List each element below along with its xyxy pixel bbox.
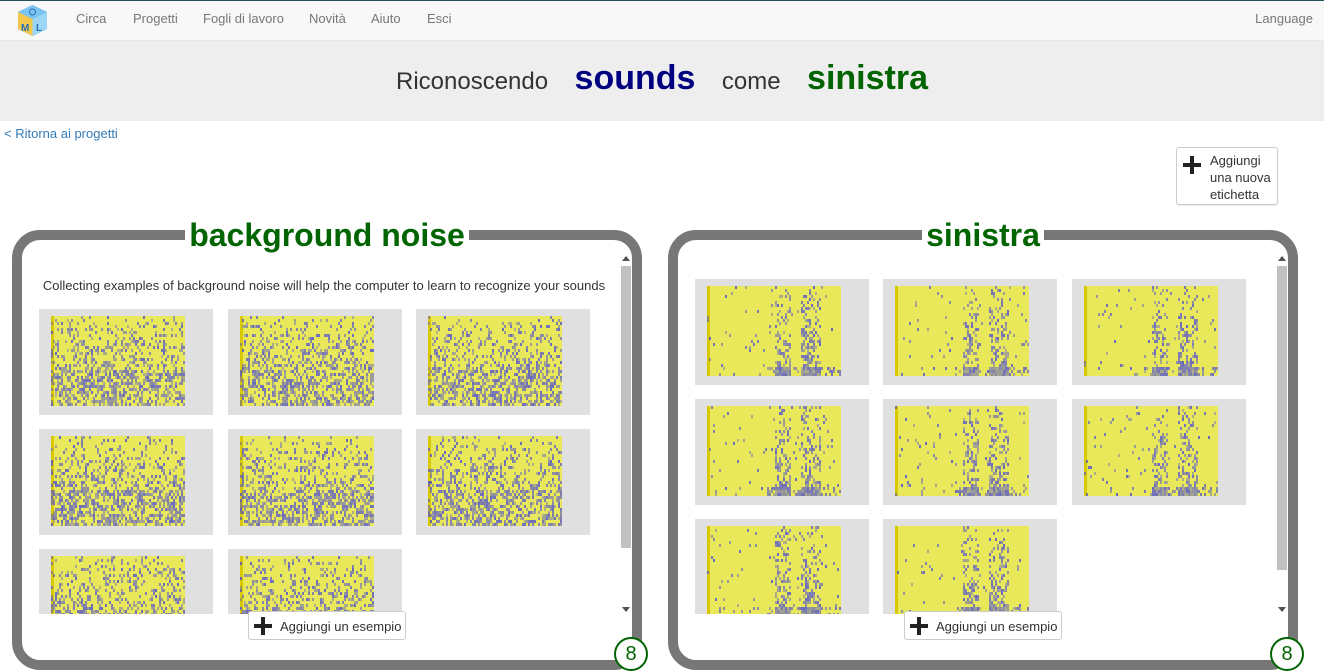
example-thumbnail[interactable] [416, 429, 590, 535]
plus-icon [909, 616, 929, 636]
spectrogram-icon [1084, 286, 1218, 376]
scrollbar-thumb[interactable] [621, 266, 631, 548]
page-title: Riconoscendo sounds come sinistra [0, 59, 1324, 98]
example-thumbnail[interactable] [228, 309, 402, 415]
back-to-projects-link[interactable]: < Ritorna ai progetti [4, 126, 118, 141]
nav-circa[interactable]: Circa [76, 11, 106, 26]
nav-language[interactable]: Language [1255, 11, 1313, 26]
label-title: background noise [185, 217, 469, 253]
example-count-badge: 8 [614, 637, 648, 671]
example-thumbnail[interactable] [883, 399, 1057, 505]
spectrogram-icon [895, 286, 1029, 376]
title-label: sinistra [807, 59, 928, 98]
spectrogram-icon [240, 316, 374, 406]
spectrogram-icon [895, 406, 1029, 496]
examples-list[interactable]: Collecting examples of background noise … [30, 256, 618, 614]
spectrogram-icon [707, 406, 841, 496]
example-count-badge: 8 [1270, 637, 1304, 671]
title-prefix: Riconoscendo [396, 68, 548, 96]
spectrogram-icon [51, 436, 185, 526]
svg-text:L: L [36, 23, 42, 34]
svg-text:M: M [21, 23, 29, 34]
background-noise-hint: Collecting examples of background noise … [30, 278, 618, 293]
add-example-button[interactable]: Aggiungi un esempio [904, 611, 1062, 640]
example-thumbnail[interactable] [416, 309, 590, 415]
scroll-up-arrow-icon[interactable] [622, 256, 630, 261]
nav-progetti[interactable]: Progetti [133, 11, 178, 26]
example-thumbnail[interactable] [883, 279, 1057, 385]
nav-aiuto[interactable]: Aiuto [371, 11, 401, 26]
title-project-type: sounds [575, 59, 696, 98]
nav-fogli-di-lavoro[interactable]: Fogli di lavoro [203, 11, 284, 26]
plus-icon [253, 616, 273, 636]
label-panel-background-noise: background noise Collecting examples of … [12, 230, 642, 670]
add-new-label-text: Aggiungi una nuova etichetta [1210, 152, 1276, 203]
spectrogram-icon [707, 286, 841, 376]
scroll-up-arrow-icon[interactable] [1278, 256, 1286, 261]
example-thumbnail[interactable] [1072, 399, 1246, 505]
spectrogram-icon [707, 526, 841, 614]
example-thumbnail[interactable] [228, 549, 402, 614]
ml4k-cube-logo-icon[interactable]: M L [16, 4, 49, 37]
plus-icon [1182, 155, 1202, 175]
spectrogram-icon [1084, 406, 1218, 496]
spectrogram-icon [51, 556, 185, 614]
examples-list[interactable] [686, 256, 1274, 614]
nav-esci[interactable]: Esci [427, 11, 452, 26]
add-example-text: Aggiungi un esempio [936, 619, 1057, 634]
add-example-text: Aggiungi un esempio [280, 619, 401, 634]
spectrogram-icon [51, 316, 185, 406]
example-thumbnail[interactable] [695, 399, 869, 505]
example-thumbnail[interactable] [228, 429, 402, 535]
example-thumbnail[interactable] [39, 309, 213, 415]
label-panel-sinistra: sinistra Aggiungi un esempio 8 [668, 230, 1298, 670]
examples-scrollbar[interactable] [620, 254, 632, 614]
example-thumbnail[interactable] [695, 519, 869, 614]
title-middle: come [722, 68, 781, 96]
spectrogram-icon [895, 526, 1029, 614]
example-thumbnail[interactable] [39, 429, 213, 535]
spectrogram-icon [240, 556, 374, 614]
add-example-button[interactable]: Aggiungi un esempio [248, 611, 406, 640]
page-title-band: Riconoscendo sounds come sinistra [0, 41, 1324, 121]
spectrogram-icon [240, 436, 374, 526]
examples-scrollbar[interactable] [1276, 254, 1288, 614]
example-thumbnail[interactable] [1072, 279, 1246, 385]
example-thumbnail[interactable] [883, 519, 1057, 614]
nav-novita[interactable]: Novità [309, 11, 346, 26]
example-thumbnail[interactable] [39, 549, 213, 614]
scrollbar-thumb[interactable] [1277, 266, 1287, 570]
add-new-label-button[interactable]: Aggiungi una nuova etichetta [1176, 147, 1278, 205]
scroll-down-arrow-icon[interactable] [1278, 607, 1286, 612]
example-thumbnail[interactable] [695, 279, 869, 385]
scroll-down-arrow-icon[interactable] [622, 607, 630, 612]
spectrogram-icon [428, 436, 562, 526]
top-navbar: M L Circa Progetti Fogli di lavoro Novit… [0, 0, 1324, 41]
spectrogram-icon [428, 316, 562, 406]
label-title: sinistra [922, 217, 1044, 253]
